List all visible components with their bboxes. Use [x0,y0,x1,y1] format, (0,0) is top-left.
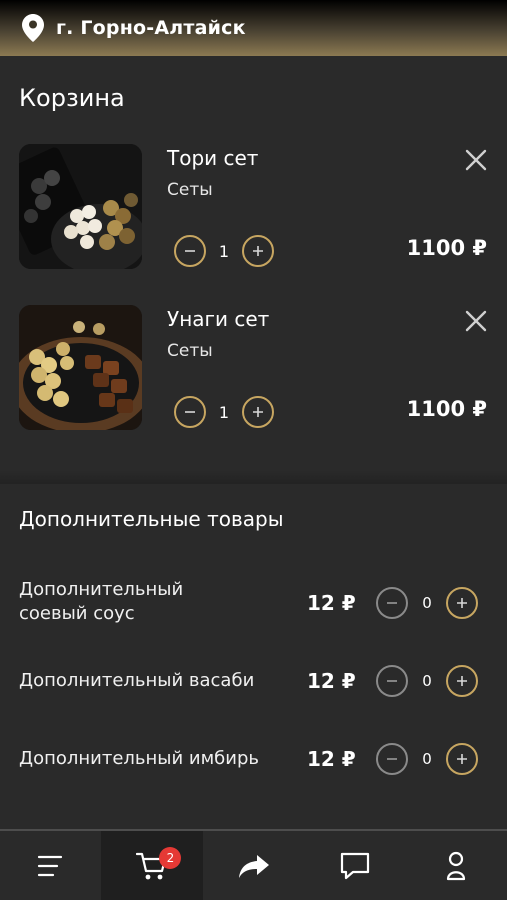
quantity-value: 0 [422,594,432,612]
nav-chat[interactable] [304,831,405,900]
decrease-button[interactable] [174,396,206,428]
plus-icon [253,407,263,417]
cart-item: Унаги сет Сеты 1 1100 ₽ [0,305,507,435]
quantity-stepper: 0 [376,743,478,775]
close-icon[interactable] [462,146,490,174]
cart-item: Тори сет Сеты 1 1100 ₽ [0,144,507,274]
page-title: Корзина [19,84,125,112]
extra-item-price: 12 ₽ [307,591,356,615]
plus-icon [457,676,467,686]
minus-icon [387,680,397,682]
decrease-button[interactable] [376,587,408,619]
menu-icon [37,855,62,876]
city-label: г. Горно-Алтайск [56,17,246,39]
item-name: Унаги сет [167,307,270,331]
increase-button[interactable] [242,235,274,267]
extra-item-price: 12 ₽ [307,669,356,693]
minus-icon [387,602,397,604]
increase-button[interactable] [446,587,478,619]
section-divider [0,470,507,484]
bottom-nav: 2 [0,829,507,900]
item-category: Сеты [167,180,213,200]
item-price: 1100 ₽ [406,397,487,421]
decrease-button[interactable] [376,743,408,775]
location-bar[interactable]: г. Горно-Алтайск [0,0,507,56]
extra-item: Дополнительный соевый соус 12 ₽ 0 [0,578,507,638]
quantity-value: 1 [218,402,230,422]
minus-icon [185,411,195,413]
chat-icon [340,852,370,879]
nav-profile[interactable] [406,831,507,900]
quantity-value: 1 [218,241,230,261]
nav-cart[interactable]: 2 [101,831,203,900]
product-image[interactable] [19,144,142,269]
quantity-stepper: 0 [376,665,478,697]
extra-item-label: Дополнительный соевый соус [19,579,184,624]
extras-title: Дополнительные товары [19,507,284,531]
cart-count-badge: 2 [159,847,182,869]
increase-button[interactable] [242,396,274,428]
plus-icon [457,754,467,764]
nav-menu[interactable] [0,831,101,900]
plus-icon [457,598,467,608]
quantity-stepper: 1 [174,234,274,268]
minus-icon [387,758,397,760]
extra-item-label: Дополнительный васаби [19,670,255,691]
location-pin-icon [22,14,44,42]
item-price: 1100 ₽ [406,236,487,260]
item-category: Сеты [167,341,213,361]
product-image[interactable] [19,305,142,430]
nav-share[interactable] [203,831,304,900]
extra-item-label: Дополнительный имбирь [19,748,260,769]
item-name: Тори сет [167,146,259,170]
quantity-value: 0 [422,672,432,690]
extra-item: Дополнительный имбирь 12 ₽ 0 [0,734,507,794]
decrease-button[interactable] [376,665,408,697]
decrease-button[interactable] [174,235,206,267]
quantity-value: 0 [422,750,432,768]
quantity-stepper: 0 [376,587,478,619]
increase-button[interactable] [446,665,478,697]
profile-icon [447,851,466,880]
share-icon [238,854,269,878]
extra-item-price: 12 ₽ [307,747,356,771]
extra-item: Дополнительный васаби 12 ₽ 0 [0,656,507,716]
minus-icon [185,250,195,252]
close-icon[interactable] [462,307,490,335]
increase-button[interactable] [446,743,478,775]
plus-icon [253,246,263,256]
quantity-stepper: 1 [174,395,274,429]
